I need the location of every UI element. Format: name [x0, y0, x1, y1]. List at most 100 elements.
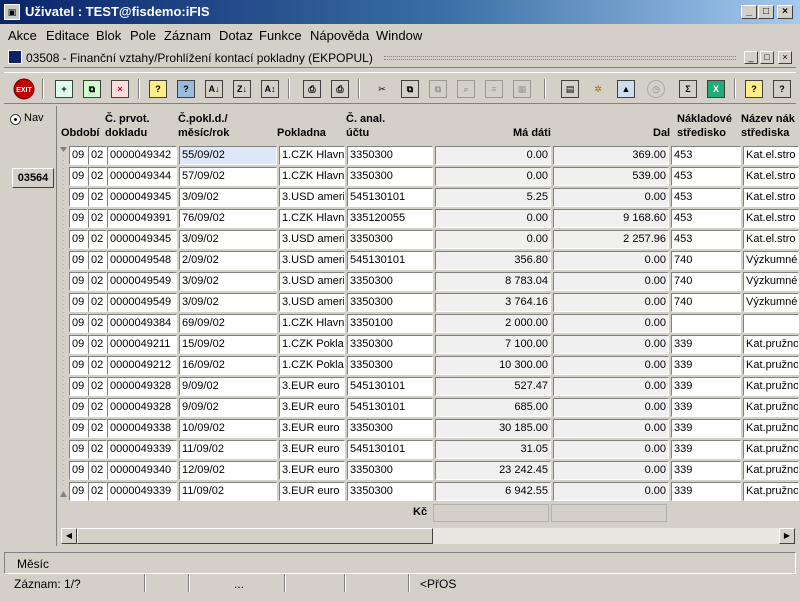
cell-doklad[interactable]: 0000049549 — [107, 272, 177, 291]
cell-ma-dati[interactable]: 10 300.00 — [435, 356, 551, 375]
cell-dal[interactable]: 0.00 — [553, 419, 669, 438]
cell-pokladna[interactable]: 3.USD americ — [279, 188, 345, 207]
cell-rok[interactable]: 09 — [69, 398, 88, 417]
cell-ma-dati[interactable]: 3 764.16 — [435, 293, 551, 312]
cell-dal[interactable]: 0.00 — [553, 293, 669, 312]
cell-dal[interactable]: 0.00 — [553, 377, 669, 396]
cell-nazev[interactable]: Kat.pružno — [743, 419, 799, 438]
chart-button[interactable]: ▲ — [614, 77, 638, 101]
print-preview-button[interactable]: ⎙ — [328, 77, 352, 101]
excel-export-button[interactable]: X — [704, 77, 728, 101]
cell-mesic[interactable]: 02 — [88, 440, 107, 459]
minimize-button[interactable]: _ — [741, 5, 757, 19]
cell-ma-dati[interactable]: 0.00 — [435, 209, 551, 228]
context-help-button[interactable]: ? — [770, 77, 794, 101]
cell-pokl-doklad[interactable]: 15/09/02 — [179, 335, 277, 354]
sort-multi-button[interactable]: A↕ — [258, 77, 282, 101]
cell-stredisko[interactable]: 339 — [671, 440, 741, 459]
cell-rok[interactable]: 09 — [69, 272, 88, 291]
close-button[interactable]: × — [777, 5, 793, 19]
print-button[interactable]: ⎙ — [300, 77, 324, 101]
cell-stredisko[interactable]: 339 — [671, 419, 741, 438]
cell-pokl-doklad[interactable]: 16/09/02 — [179, 356, 277, 375]
cell-ma-dati[interactable]: 356.80 — [435, 251, 551, 270]
help-button[interactable]: ? — [742, 77, 766, 101]
menu-napoveda[interactable]: Nápověda — [310, 28, 369, 43]
cell-ucet[interactable]: 3350300 — [347, 272, 433, 291]
cell-pokladna[interactable]: 1.CZK Hlavní — [279, 209, 345, 228]
cell-doklad[interactable]: 0000049339 — [107, 482, 177, 501]
cell-mesic[interactable]: 02 — [88, 314, 107, 333]
cell-pokl-doklad[interactable]: 9/09/02 — [179, 398, 277, 417]
cell-mesic[interactable]: 02 — [88, 146, 107, 165]
form-close-button[interactable]: × — [778, 51, 792, 64]
form-maximize-button[interactable]: □ — [760, 51, 774, 64]
cell-mesic[interactable]: 02 — [88, 482, 107, 501]
cell-ma-dati[interactable]: 7 100.00 — [435, 335, 551, 354]
cell-ucet[interactable]: 3350300 — [347, 230, 433, 249]
cell-rok[interactable]: 09 — [69, 230, 88, 249]
cell-mesic[interactable]: 02 — [88, 251, 107, 270]
column-list-button[interactable]: ≡ — [482, 77, 506, 101]
cell-doklad[interactable]: 0000049212 — [107, 356, 177, 375]
cell-doklad[interactable]: 0000049328 — [107, 377, 177, 396]
cell-pokladna[interactable]: 3.EUR euro — [279, 461, 345, 480]
cell-ma-dati[interactable]: 30 185.00 — [435, 419, 551, 438]
cell-pokladna[interactable]: 1.CZK Poklac — [279, 335, 345, 354]
cell-pokl-doklad[interactable]: 11/09/02 — [179, 440, 277, 459]
form-minimize-button[interactable]: _ — [744, 51, 758, 64]
cell-ucet[interactable]: 545130101 — [347, 440, 433, 459]
cell-pokladna[interactable]: 3.USD americ — [279, 230, 345, 249]
cell-nazev[interactable]: Výzkumné — [743, 293, 799, 312]
cell-rok[interactable]: 09 — [69, 335, 88, 354]
cell-stredisko[interactable]: 339 — [671, 377, 741, 396]
cell-nazev[interactable]: Kat.pružno — [743, 377, 799, 396]
cell-doklad[interactable]: 0000049344 — [107, 167, 177, 186]
cell-rok[interactable]: 09 — [69, 377, 88, 396]
cell-dal[interactable]: 0.00 — [553, 314, 669, 333]
cell-nazev[interactable]: Kat.pružno — [743, 482, 799, 501]
cell-mesic[interactable]: 02 — [88, 419, 107, 438]
cell-pokl-doklad[interactable]: 69/09/02 — [179, 314, 277, 333]
cell-dal[interactable]: 0.00 — [553, 440, 669, 459]
paste-button[interactable]: ⧉ — [426, 77, 450, 101]
cell-dal[interactable]: 369.00 — [553, 146, 669, 165]
menu-pole[interactable]: Pole — [130, 28, 156, 43]
cell-mesic[interactable]: 02 — [88, 377, 107, 396]
cell-stredisko[interactable]: 339 — [671, 335, 741, 354]
cell-ma-dati[interactable]: 527.47 — [435, 377, 551, 396]
cell-ucet[interactable]: 545130101 — [347, 251, 433, 270]
cell-dal[interactable]: 0.00 — [553, 272, 669, 291]
cell-stredisko[interactable]: 740 — [671, 251, 741, 270]
cell-stredisko[interactable]: 740 — [671, 272, 741, 291]
cell-pokl-doklad[interactable]: 11/09/02 — [179, 482, 277, 501]
cell-stredisko[interactable]: 339 — [671, 482, 741, 501]
cell-rok[interactable]: 09 — [69, 440, 88, 459]
cell-dal[interactable]: 0.00 — [553, 398, 669, 417]
cell-ma-dati[interactable]: 6 942.55 — [435, 482, 551, 501]
cell-ma-dati[interactable]: 0.00 — [435, 167, 551, 186]
column-grid-button[interactable]: ▦ — [510, 77, 534, 101]
cell-pokl-doklad[interactable]: 57/09/02 — [179, 167, 277, 186]
cell-dal[interactable]: 0.00 — [553, 251, 669, 270]
cell-rok[interactable]: 09 — [69, 188, 88, 207]
cell-pokladna[interactable]: 3.USD americ — [279, 251, 345, 270]
cell-stredisko[interactable]: 453 — [671, 146, 741, 165]
cell-doklad[interactable]: 0000049339 — [107, 440, 177, 459]
scroll-thumb[interactable] — [77, 528, 433, 544]
cell-ucet[interactable]: 3350300 — [347, 356, 433, 375]
duplicate-record-button[interactable]: ⧉ — [80, 77, 104, 101]
cell-pokladna[interactable]: 3.USD americ — [279, 293, 345, 312]
cell-ucet[interactable]: 3350300 — [347, 167, 433, 186]
cell-pokl-doklad[interactable]: 3/09/02 — [179, 230, 277, 249]
cell-nazev[interactable]: Kat.pružno — [743, 440, 799, 459]
cell-ucet[interactable]: 335120055 — [347, 209, 433, 228]
delete-record-button[interactable]: × — [108, 77, 132, 101]
cell-stredisko[interactable]: 453 — [671, 188, 741, 207]
cell-doklad[interactable]: 0000049328 — [107, 398, 177, 417]
maximize-button[interactable]: □ — [758, 5, 774, 19]
cell-ucet[interactable]: 545130101 — [347, 188, 433, 207]
cell-rok[interactable]: 09 — [69, 356, 88, 375]
cell-ma-dati[interactable]: 8 783.04 — [435, 272, 551, 291]
cell-rok[interactable]: 09 — [69, 314, 88, 333]
